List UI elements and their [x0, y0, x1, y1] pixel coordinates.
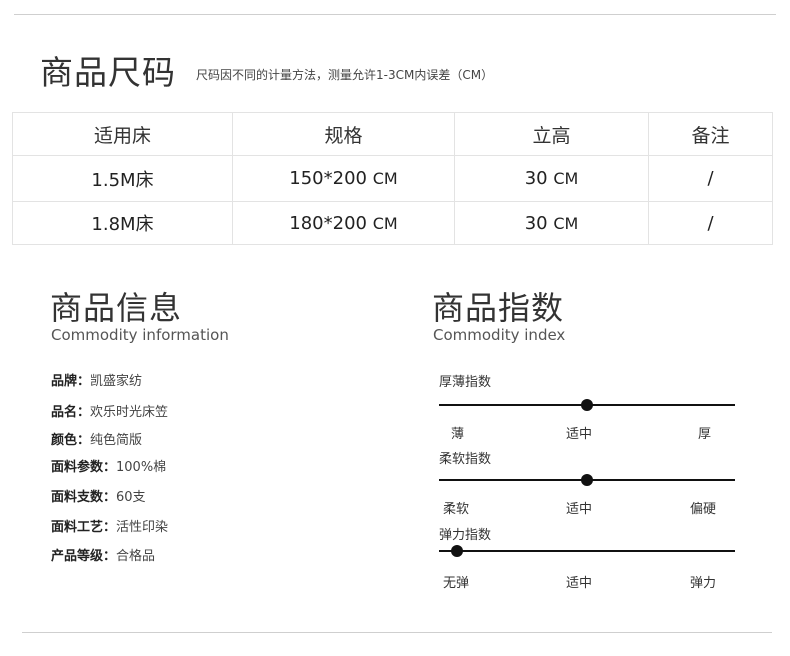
- info-value: 活性印染: [116, 520, 169, 535]
- height-unit: CM: [553, 213, 579, 233]
- cell-height: 30 CM: [454, 155, 649, 202]
- thickness-index-marker: [581, 399, 593, 411]
- thickness-index-max: 厚: [698, 427, 712, 442]
- thickness-index-label: 厚薄指数: [439, 375, 492, 390]
- top-divider: [14, 14, 776, 15]
- info-item-brand: 品牌：凯盛家纺: [51, 370, 142, 389]
- cell-bed: 1.8M床: [12, 201, 233, 245]
- height-value: 30: [524, 168, 548, 189]
- info-item-process: 面料工艺：活性印染: [51, 516, 168, 535]
- info-value: 凯盛家纺: [90, 374, 143, 389]
- info-value: 60支: [116, 490, 146, 505]
- size-note: 尺码因不同的计量方法，测量允许1-3CM内误差（CM）: [196, 68, 494, 82]
- table-row: 1.5M床 150*200 CM 30 CM /: [12, 155, 773, 202]
- height-unit: CM: [553, 169, 579, 188]
- info-value: 合格品: [116, 549, 156, 564]
- size-table: 适用床 规格 立高 备注 1.5M床 150*200 CM 30 CM / 1.…: [12, 112, 773, 245]
- spec-value: 150*200: [289, 168, 367, 189]
- thickness-index-mid: 适中: [566, 427, 593, 442]
- elasticity-index-min: 无弹: [443, 576, 470, 591]
- elasticity-index-label: 弹力指数: [439, 528, 492, 543]
- softness-index-mid: 适中: [566, 502, 593, 517]
- softness-index-marker: [581, 474, 593, 486]
- info-value: 100%棉: [116, 460, 167, 475]
- elasticity-index-track: [439, 550, 735, 552]
- cell-remark: /: [648, 155, 773, 202]
- info-key: 颜色：: [51, 433, 91, 448]
- info-item-yarn-count: 面料支数：60支: [51, 486, 146, 505]
- elasticity-index-marker: [450, 545, 463, 557]
- cell-bed: 1.5M床: [12, 155, 233, 202]
- info-item-color: 颜色：纯色简版: [51, 429, 142, 448]
- elasticity-index-mid: 适中: [566, 576, 593, 591]
- info-value: 纯色简版: [90, 433, 143, 448]
- softness-index-min: 柔软: [443, 502, 470, 517]
- softness-index-max: 偏硬: [690, 502, 717, 517]
- info-key: 品牌：: [51, 374, 91, 389]
- height-value: 30: [524, 212, 548, 234]
- cell-remark: /: [648, 201, 773, 245]
- info-key: 面料工艺：: [51, 520, 117, 535]
- spec-unit: CM: [372, 169, 398, 188]
- info-key: 面料支数：: [51, 490, 117, 505]
- info-key: 面料参数：: [51, 460, 117, 475]
- info-key: 品名：: [51, 405, 91, 420]
- info-value: 欢乐时光床笠: [90, 405, 169, 420]
- info-key: 产品等级：: [51, 549, 117, 564]
- cell-spec: 180*200 CM: [232, 201, 455, 245]
- cell-spec: 150*200 CM: [232, 155, 455, 202]
- info-item-product-name: 品名：欢乐时光床笠: [51, 401, 168, 420]
- info-section-title: 商品信息: [50, 289, 183, 327]
- thickness-index-min: 薄: [451, 427, 465, 442]
- header-remark: 备注: [648, 112, 773, 156]
- spec-value: 180*200: [289, 212, 367, 234]
- spec-unit: CM: [372, 213, 398, 233]
- size-table-header: 适用床 规格 立高 备注: [12, 112, 773, 156]
- size-section-title: 商品尺码: [40, 53, 176, 92]
- info-section-subtitle: Commodity information: [51, 326, 229, 344]
- index-section-title: 商品指数: [432, 289, 565, 327]
- softness-index-label: 柔软指数: [439, 452, 492, 467]
- index-section-subtitle: Commodity index: [433, 326, 566, 344]
- header-bed: 适用床: [12, 112, 233, 156]
- info-item-grade: 产品等级：合格品: [51, 545, 155, 564]
- elasticity-index-max: 弹力: [690, 576, 717, 591]
- bottom-divider: [22, 632, 772, 633]
- header-height: 立高: [454, 112, 649, 156]
- table-row: 1.8M床 180*200 CM 30 CM /: [12, 201, 773, 245]
- header-spec: 规格: [232, 112, 455, 156]
- cell-height: 30 CM: [454, 201, 649, 245]
- info-item-fabric: 面料参数：100%棉: [51, 456, 166, 475]
